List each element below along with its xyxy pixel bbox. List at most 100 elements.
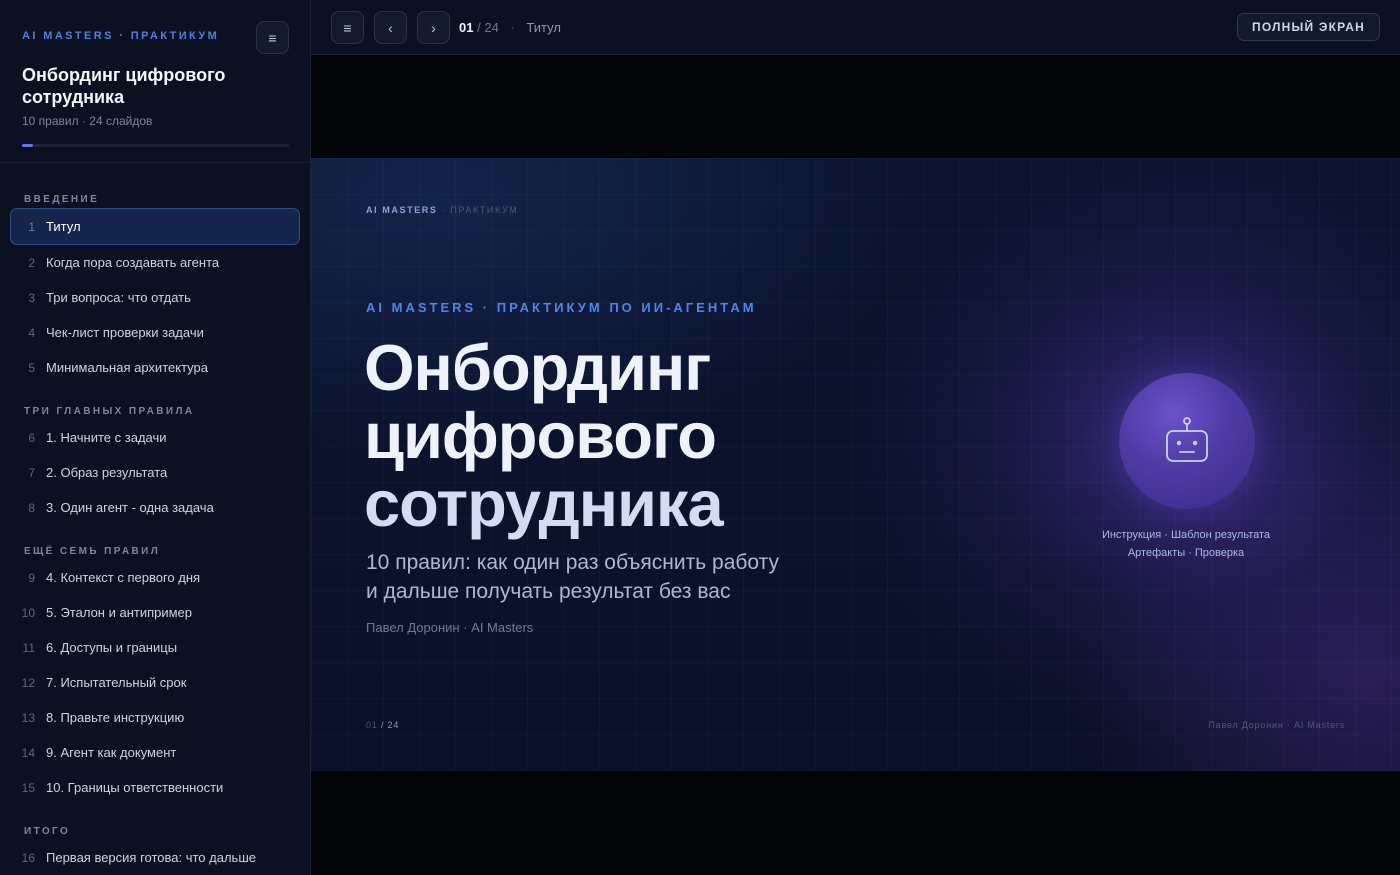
slide-counter-dot: · xyxy=(510,20,515,35)
menu-icon: ≡ xyxy=(343,19,352,36)
nav-item-number: 5 xyxy=(28,360,35,375)
nav-item-number: 8 xyxy=(28,500,35,515)
slide-page-total: / 24 xyxy=(380,720,400,730)
nav-item-number: 6 xyxy=(28,430,35,445)
slide-brand-main: AI MASTERS xyxy=(366,205,438,215)
nav-item-label: Минимальная архитектура xyxy=(46,360,208,375)
nav-item-number: 2 xyxy=(28,255,35,270)
nav-item-number: 7 xyxy=(28,465,35,480)
nav-item-slide-9[interactable]: 9 4. Контекст с первого дня xyxy=(10,560,300,595)
slide-counter-separator: / xyxy=(477,20,481,35)
slide-author: Павел Доронин · AI Masters xyxy=(366,620,534,635)
current-slide-title: Титул xyxy=(526,20,561,35)
topbar: ≡ ‹ › 01 / 24 · Титул ПОЛНЫЙ ЭКРАН xyxy=(311,0,1400,55)
slide-counter-current: 01 xyxy=(459,20,474,35)
slide-stage: AI MASTERS · ПРАКТИКУМ AI MASTERS · ПРАК… xyxy=(311,55,1400,875)
slide-title-line-1: Онбординг xyxy=(364,331,711,404)
nav-item-label: 10. Границы ответственности xyxy=(46,780,224,795)
nav-section-title: ИТОГО xyxy=(24,826,71,837)
nav-item-slide-10[interactable]: 10 5. Эталон и антипример xyxy=(10,595,300,630)
nav-item-number: 3 xyxy=(28,290,35,305)
slide-brand-muted: · ПРАКТИКУМ xyxy=(441,205,519,215)
nav-section-title: ТРИ ГЛАВНЫХ ПРАВИЛА xyxy=(24,406,195,417)
menu-icon: ≡ xyxy=(268,29,277,46)
next-slide-button[interactable]: › xyxy=(417,11,450,44)
nav-item-slide-4[interactable]: 4 Чек-лист проверки задачи xyxy=(10,315,300,350)
nav-item-slide-6[interactable]: 6 1. Начните с задачи xyxy=(10,420,300,455)
nav-item-label: Титул xyxy=(46,219,81,234)
nav-item-slide-12[interactable]: 12 7. Испытательный срок xyxy=(10,665,300,700)
slide-counter: 01 / 24 · Титул xyxy=(459,20,561,35)
nav-item-slide-15[interactable]: 15 10. Границы ответственности xyxy=(10,770,300,805)
nav-item-number: 9 xyxy=(28,570,35,585)
nav-item-slide-7[interactable]: 7 2. Образ результата xyxy=(10,455,300,490)
nav-item-number: 11 xyxy=(22,640,35,655)
nav-item-slide-16[interactable]: 16 Первая версия готова: что дальше xyxy=(10,840,300,875)
chevron-right-icon: › xyxy=(431,19,436,36)
slide-title: Онбординг цифрового сотрудника xyxy=(364,331,724,540)
sidebar-brand: AI MASTERS · ПРАКТИКУМ xyxy=(22,30,220,42)
nav-section-title: ВВЕДЕНИЕ xyxy=(24,194,100,205)
nav-item-number: 10 xyxy=(21,605,35,620)
deck-progress-fill xyxy=(22,144,33,147)
nav-item-label: 7. Испытательный срок xyxy=(46,675,187,690)
slide-title-line-3: сотрудника xyxy=(364,467,724,540)
slide-brand: AI MASTERS · ПРАКТИКУМ xyxy=(366,205,518,215)
chevron-left-icon: ‹ xyxy=(388,19,393,36)
robot-orb xyxy=(1119,373,1255,509)
nav-item-label: 9. Агент как документ xyxy=(46,745,177,760)
nav-item-slide-5[interactable]: 5 Минимальная архитектура xyxy=(10,350,300,385)
slide-subtitle-line-1: 10 правил: как один раз объяснить работу xyxy=(366,551,779,574)
nav-item-label: 1. Начните с задачи xyxy=(46,430,167,445)
deck-subtitle: 10 правил · 24 слайдов xyxy=(22,114,153,128)
prev-slide-button[interactable]: ‹ xyxy=(374,11,407,44)
nav-item-slide-8[interactable]: 8 3. Один агент - одна задача xyxy=(10,490,300,525)
robot-icon xyxy=(1166,417,1208,462)
nav-item-label: 5. Эталон и антипример xyxy=(46,605,193,620)
slide-nav: ВВЕДЕНИЕ 1 Титул 2 Когда пора создавать аг… xyxy=(0,163,310,875)
nav-item-number: 15 xyxy=(21,780,35,795)
slide-kicker: AI MASTERS · ПРАКТИКУМ ПО ИИ-АГЕНТАМ xyxy=(366,300,757,315)
app-root: AI MASTERS · ПРАКТИКУМ ≡ Онбординг цифро… xyxy=(0,0,1400,875)
orb-caption: Инструкция · Шаблон результата Артефакты… xyxy=(1056,526,1316,562)
nav-item-slide-11[interactable]: 11 6. Доступы и границы xyxy=(10,630,300,665)
nav-item-label: 6. Доступы и границы xyxy=(46,640,178,655)
nav-item-number: 4 xyxy=(28,325,35,340)
nav-item-label: Три вопроса: что отдать xyxy=(46,290,191,305)
slide-page-number: 01 / 24 xyxy=(366,720,399,730)
nav-item-label: 3. Один агент - одна задача xyxy=(46,500,214,515)
nav-item-number: 1 xyxy=(28,219,35,234)
sidebar-menu-button[interactable]: ≡ xyxy=(256,21,289,54)
sidebar: AI MASTERS · ПРАКТИКУМ ≡ Онбординг цифро… xyxy=(0,0,311,875)
slide-canvas: AI MASTERS · ПРАКТИКУМ AI MASTERS · ПРАК… xyxy=(311,158,1400,771)
slide-subtitle-line-2: и дальше получать результат без вас xyxy=(366,580,731,603)
nav-item-number: 12 xyxy=(21,675,35,690)
slide-footer-author: Павел Доронин · AI Masters xyxy=(1208,720,1345,730)
nav-item-slide-2[interactable]: 2 Когда пора создавать агента xyxy=(10,245,300,280)
slide-subtitle: 10 правил: как один раз объяснить работу… xyxy=(366,548,826,606)
nav-item-label: Чек-лист проверки задачи xyxy=(46,325,204,340)
deck-progress-bar xyxy=(22,144,289,147)
nav-item-number: 14 xyxy=(21,745,35,760)
fullscreen-button[interactable]: ПОЛНЫЙ ЭКРАН xyxy=(1237,13,1380,41)
nav-item-number: 16 xyxy=(21,850,35,865)
nav-item-label: Когда пора создавать агента xyxy=(46,255,220,270)
deck-title: Онбординг цифрового сотрудника xyxy=(22,65,226,107)
toggle-sidebar-button[interactable]: ≡ xyxy=(331,11,364,44)
nav-item-label: Первая версия готова: что дальше xyxy=(46,850,256,865)
slide-page-current: 01 xyxy=(366,720,378,730)
nav-item-slide-1[interactable]: 1 Титул xyxy=(10,208,300,245)
nav-item-slide-3[interactable]: 3 Три вопроса: что отдать xyxy=(10,280,300,315)
orb-caption-line-1: Инструкция · Шаблон результата xyxy=(1101,529,1271,541)
nav-section-title: ЕЩЁ СЕМЬ ПРАВИЛ xyxy=(24,546,161,557)
slide-counter-total: 24 xyxy=(484,20,499,35)
sidebar-header: AI MASTERS · ПРАКТИКУМ ≡ Онбординг цифро… xyxy=(0,0,310,163)
nav-item-label: 4. Контекст с первого дня xyxy=(46,570,201,585)
nav-item-label: 2. Образ результата xyxy=(46,465,168,480)
slide-title-line-2: цифрового xyxy=(364,399,717,472)
nav-item-slide-14[interactable]: 14 9. Агент как документ xyxy=(10,735,300,770)
nav-item-number: 13 xyxy=(21,710,35,725)
nav-item-slide-13[interactable]: 13 8. Правьте инструкцию xyxy=(10,700,300,735)
orb-caption-line-2: Артефакты · Проверка xyxy=(1127,547,1245,559)
nav-item-label: 8. Правьте инструкцию xyxy=(46,710,185,725)
